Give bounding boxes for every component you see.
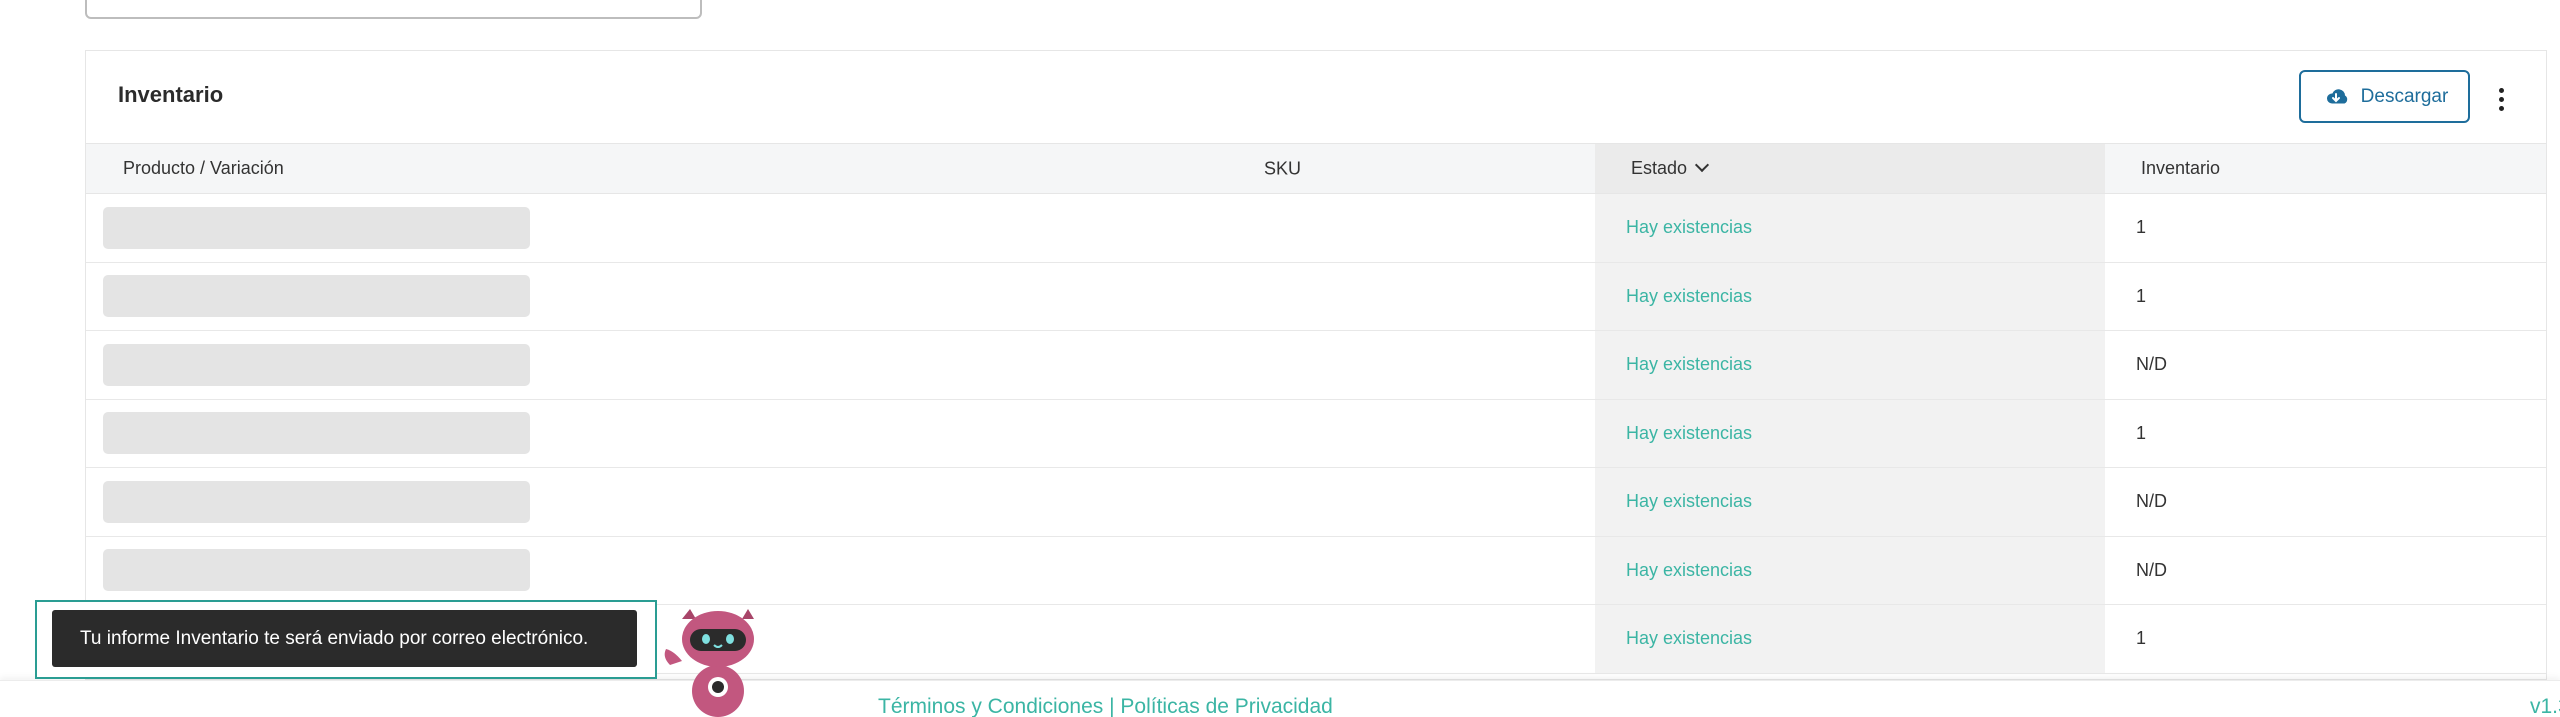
estado-cell: Hay existencias — [1595, 399, 2105, 468]
inventario-cell: N/D — [2136, 354, 2167, 375]
download-button[interactable]: Descargar — [2299, 70, 2470, 123]
product-cell — [86, 194, 1595, 263]
table-row[interactable]: Hay existencias N/D — [86, 536, 2546, 605]
product-cell — [86, 262, 1595, 331]
product-cell — [86, 399, 1595, 468]
more-options-icon[interactable] — [2486, 79, 2516, 119]
inventario-cell: 1 — [2136, 285, 2147, 306]
search-input[interactable] — [85, 0, 702, 19]
card-header: Inventario Descargar — [86, 51, 2546, 143]
column-header-sku[interactable]: SKU — [1264, 158, 1301, 179]
skeleton-placeholder — [103, 412, 530, 455]
table-row[interactable]: Hay existencias N/D — [86, 467, 2546, 537]
table-row[interactable]: Hay existencias 1 — [86, 193, 2546, 263]
robot-mascot-icon[interactable] — [660, 605, 760, 717]
skeleton-placeholder — [103, 343, 530, 386]
inventory-table: Producto / Variación SKU Estado Inventar… — [86, 143, 2546, 674]
product-cell — [86, 331, 1595, 400]
column-header-inventario[interactable]: Inventario — [2105, 144, 2546, 194]
inventario-cell: 1 — [2136, 217, 2147, 238]
footer-legal-links[interactable]: Términos y Condiciones | Políticas de Pr… — [878, 695, 1333, 717]
product-cell — [86, 536, 1595, 605]
table-header-row: Producto / Variación SKU Estado Inventar… — [86, 143, 2546, 194]
skeleton-placeholder — [103, 275, 530, 318]
inventario-cell: 1 — [2136, 628, 2147, 649]
chevron-down-icon — [1694, 157, 1710, 173]
estado-cell: Hay existencias — [1595, 604, 2105, 673]
toast-message: Tu informe Inventario te será enviado po… — [80, 627, 589, 649]
column-header-producto[interactable]: Producto / Variación SKU — [86, 144, 1595, 194]
estado-cell: Hay existencias — [1595, 262, 2105, 331]
cloud-download-icon — [2326, 88, 2347, 103]
download-button-label: Descargar — [2360, 85, 2449, 107]
inventario-cell: 1 — [2136, 422, 2147, 443]
inventario-cell: N/D — [2136, 559, 2167, 580]
inventory-card: Inventario Descargar Producto / Variació… — [85, 50, 2547, 680]
table-row[interactable]: Hay existencias N/D — [86, 330, 2546, 400]
card-title: Inventario — [118, 82, 224, 107]
footer: Términos y Condiciones | Políticas de Pr… — [0, 680, 2560, 717]
estado-cell: Hay existencias — [1595, 330, 2105, 399]
skeleton-placeholder — [103, 549, 530, 592]
toast-notification: Tu informe Inventario te será enviado po… — [52, 610, 637, 667]
skeleton-placeholder — [103, 480, 530, 523]
product-cell — [86, 468, 1595, 537]
skeleton-placeholder — [103, 206, 530, 249]
app-version: v1.3 — [2530, 695, 2560, 717]
estado-cell: Hay existencias — [1595, 193, 2105, 262]
table-row[interactable]: Hay existencias 1 — [86, 262, 2546, 331]
estado-cell: Hay existencias — [1595, 467, 2105, 536]
estado-cell: Hay existencias — [1595, 536, 2105, 605]
column-header-estado[interactable]: Estado — [1595, 143, 2105, 194]
table-row[interactable]: Hay existencias 1 — [86, 399, 2546, 468]
inventario-cell: N/D — [2136, 491, 2167, 512]
